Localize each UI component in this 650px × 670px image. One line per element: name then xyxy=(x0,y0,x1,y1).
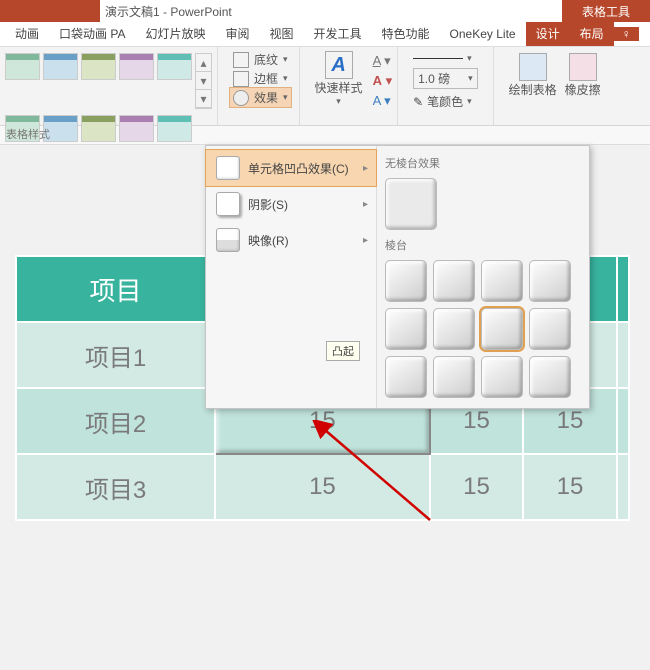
table-row: 项目3 15 15 15 xyxy=(16,454,629,520)
text-effect-icon[interactable]: A ▾ xyxy=(373,93,393,109)
tab-view[interactable]: 视图 xyxy=(260,22,304,46)
tab-animation[interactable]: 动画 xyxy=(5,22,49,46)
table-header[interactable]: 项目 xyxy=(16,256,215,322)
gallery-more-icon[interactable]: ▴▾▾ xyxy=(195,53,212,109)
window-title: 演示文稿1 - PowerPoint xyxy=(105,3,232,20)
eraser-icon xyxy=(569,53,597,81)
bevel-none[interactable] xyxy=(385,178,437,230)
tell-me-icon[interactable]: ♀ xyxy=(614,27,639,41)
quick-style-icon[interactable]: A xyxy=(325,51,353,79)
pen-icon: ✎ xyxy=(413,95,423,109)
bevel-option[interactable] xyxy=(385,308,427,350)
eraser-button[interactable]: 橡皮擦 xyxy=(565,53,601,123)
shadow-icon xyxy=(216,192,240,216)
tab-slideshow[interactable]: 幻灯片放映 xyxy=(135,22,215,46)
bevel-option[interactable] xyxy=(481,308,523,350)
shading-button[interactable]: 底纹▾ xyxy=(233,51,288,68)
bevel-gallery: 无棱台效果 棱台 凸起 xyxy=(376,146,589,408)
bevel-option[interactable] xyxy=(385,260,427,302)
pen-color[interactable]: ✎笔颜色▾ xyxy=(413,93,478,110)
bevel-option[interactable] xyxy=(529,260,571,302)
draw-table-button[interactable]: 绘制表格 xyxy=(509,53,557,123)
context-tab: 表格工具 xyxy=(562,0,650,22)
bevel-option[interactable] xyxy=(433,356,475,398)
bevel-option[interactable] xyxy=(481,260,523,302)
tab-dev[interactable]: 开发工具 xyxy=(304,22,372,46)
menu-shadow[interactable]: 阴影(S)▸ xyxy=(206,186,376,222)
bevel-option[interactable] xyxy=(529,308,571,350)
tab-onekey[interactable]: OneKey Lite xyxy=(440,22,526,46)
tab-pocket-anim[interactable]: 口袋动画 PA xyxy=(49,22,135,46)
tab-review[interactable]: 审阅 xyxy=(215,22,259,46)
bucket-icon xyxy=(233,52,249,68)
border-button[interactable]: 边框▾ xyxy=(233,70,288,87)
text-fill-icon[interactable]: A ▾ xyxy=(373,53,393,69)
pen-style[interactable]: ▾ xyxy=(413,53,478,64)
effect-button[interactable]: 效果▾ xyxy=(229,87,292,108)
menu-cell-bevel[interactable]: 单元格凹凸效果(C)▸ xyxy=(205,149,377,187)
bevel-option[interactable] xyxy=(433,260,475,302)
bevel-icon xyxy=(216,156,240,180)
table-header[interactable] xyxy=(617,256,629,322)
border-icon xyxy=(233,71,249,87)
bevel-option[interactable] xyxy=(529,356,571,398)
tab-design[interactable]: 设计 xyxy=(526,22,570,46)
menu-reflection[interactable]: 映像(R)▸ xyxy=(206,222,376,258)
bevel-tooltip: 凸起 xyxy=(326,341,360,361)
bevel-option[interactable] xyxy=(433,308,475,350)
ribbon-tabs: 动画 口袋动画 PA 幻灯片放映 审阅 视图 开发工具 特色功能 OneKey … xyxy=(0,22,650,47)
text-outline-icon[interactable]: A ▾ xyxy=(373,73,393,89)
effect-icon xyxy=(233,90,249,106)
reflection-icon xyxy=(216,228,240,252)
bevel-option[interactable] xyxy=(385,356,427,398)
tab-special[interactable]: 特色功能 xyxy=(372,22,440,46)
table-icon xyxy=(519,53,547,81)
table-style-gallery[interactable]: ▴▾▾ xyxy=(5,49,212,109)
effect-popup: 单元格凹凸效果(C)▸ 阴影(S)▸ 映像(R)▸ 无棱台效果 棱台 xyxy=(205,145,590,409)
pen-weight[interactable]: 1.0 磅▾ xyxy=(413,68,478,89)
quick-style-label: 快速样式 xyxy=(315,79,363,96)
ribbon: ▴▾▾ 底纹▾ 边框▾ 效果▾ A 快速样式 ▾ A ▾ A ▾ A ▾ xyxy=(0,47,650,126)
bevel-option[interactable] xyxy=(481,356,523,398)
tab-layout[interactable]: 布局 xyxy=(570,22,614,46)
